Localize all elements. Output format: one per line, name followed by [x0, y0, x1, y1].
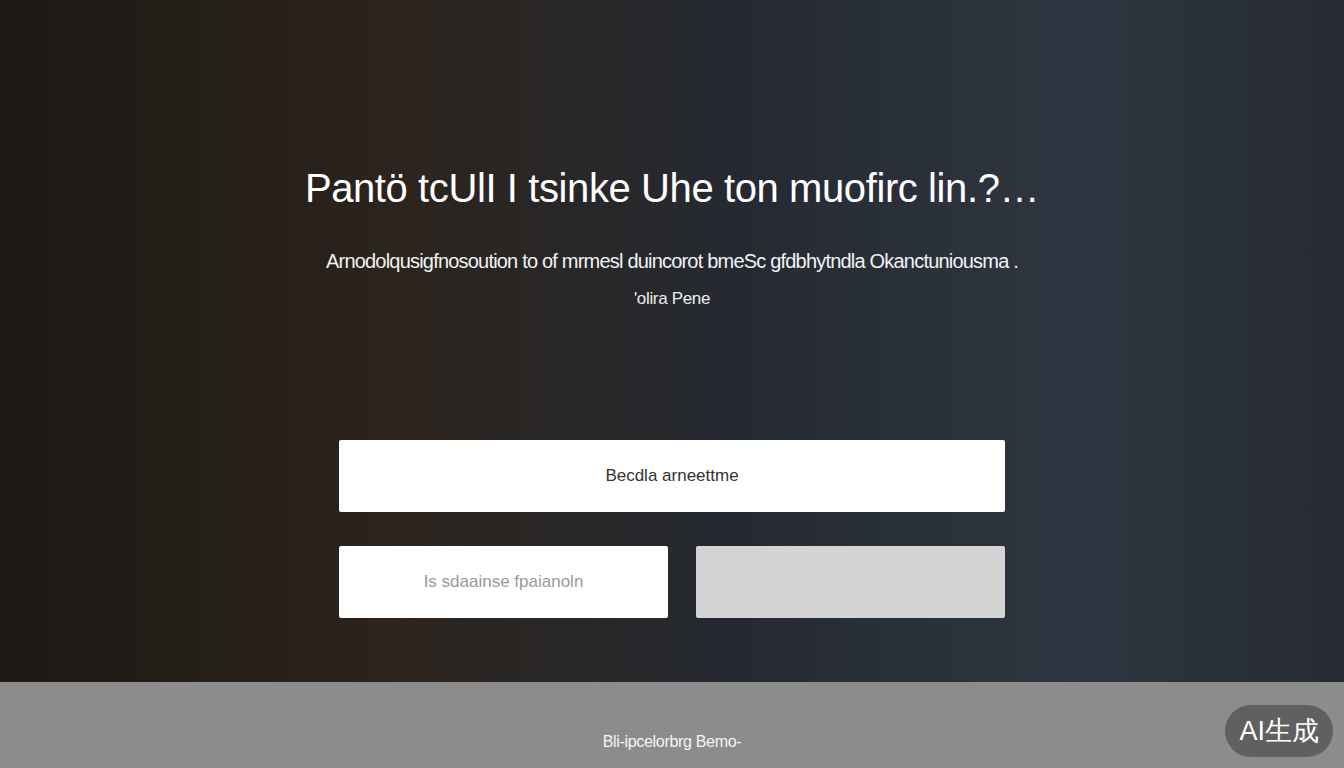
footer-text: Bli-ipcelorbrg Bemo- [603, 730, 742, 754]
footer: Bli-ipcelorbrg Bemo- [0, 682, 1344, 768]
hero-section: Pantö tcUlI I tsinke Uhe ton muofirc lin… [0, 0, 1344, 682]
hero-title: Pantö tcUlI I tsinke Uhe ton muofirc lin… [305, 164, 1039, 212]
hero-caption: 'olira Pene [634, 288, 710, 310]
primary-button[interactable] [696, 546, 1005, 618]
ai-badge: AI生成 [1225, 705, 1333, 757]
secondary-button-label: Is sdaainse fpaianoln [424, 569, 584, 595]
text-field-value: Becdla arneettme [605, 463, 738, 489]
button-row: Is sdaainse fpaianoln [339, 546, 1005, 618]
secondary-button[interactable]: Is sdaainse fpaianoln [339, 546, 668, 618]
text-field[interactable]: Becdla arneettme [339, 440, 1005, 512]
app: Pantö tcUlI I tsinke Uhe ton muofirc lin… [0, 0, 1344, 768]
form: Becdla arneettme Is sdaainse fpaianoln [339, 440, 1005, 618]
ai-badge-text: AI生成 [1239, 711, 1319, 752]
hero-subtitle: Arnodolqusigfnosoution to of mrmesl duin… [326, 248, 1018, 274]
